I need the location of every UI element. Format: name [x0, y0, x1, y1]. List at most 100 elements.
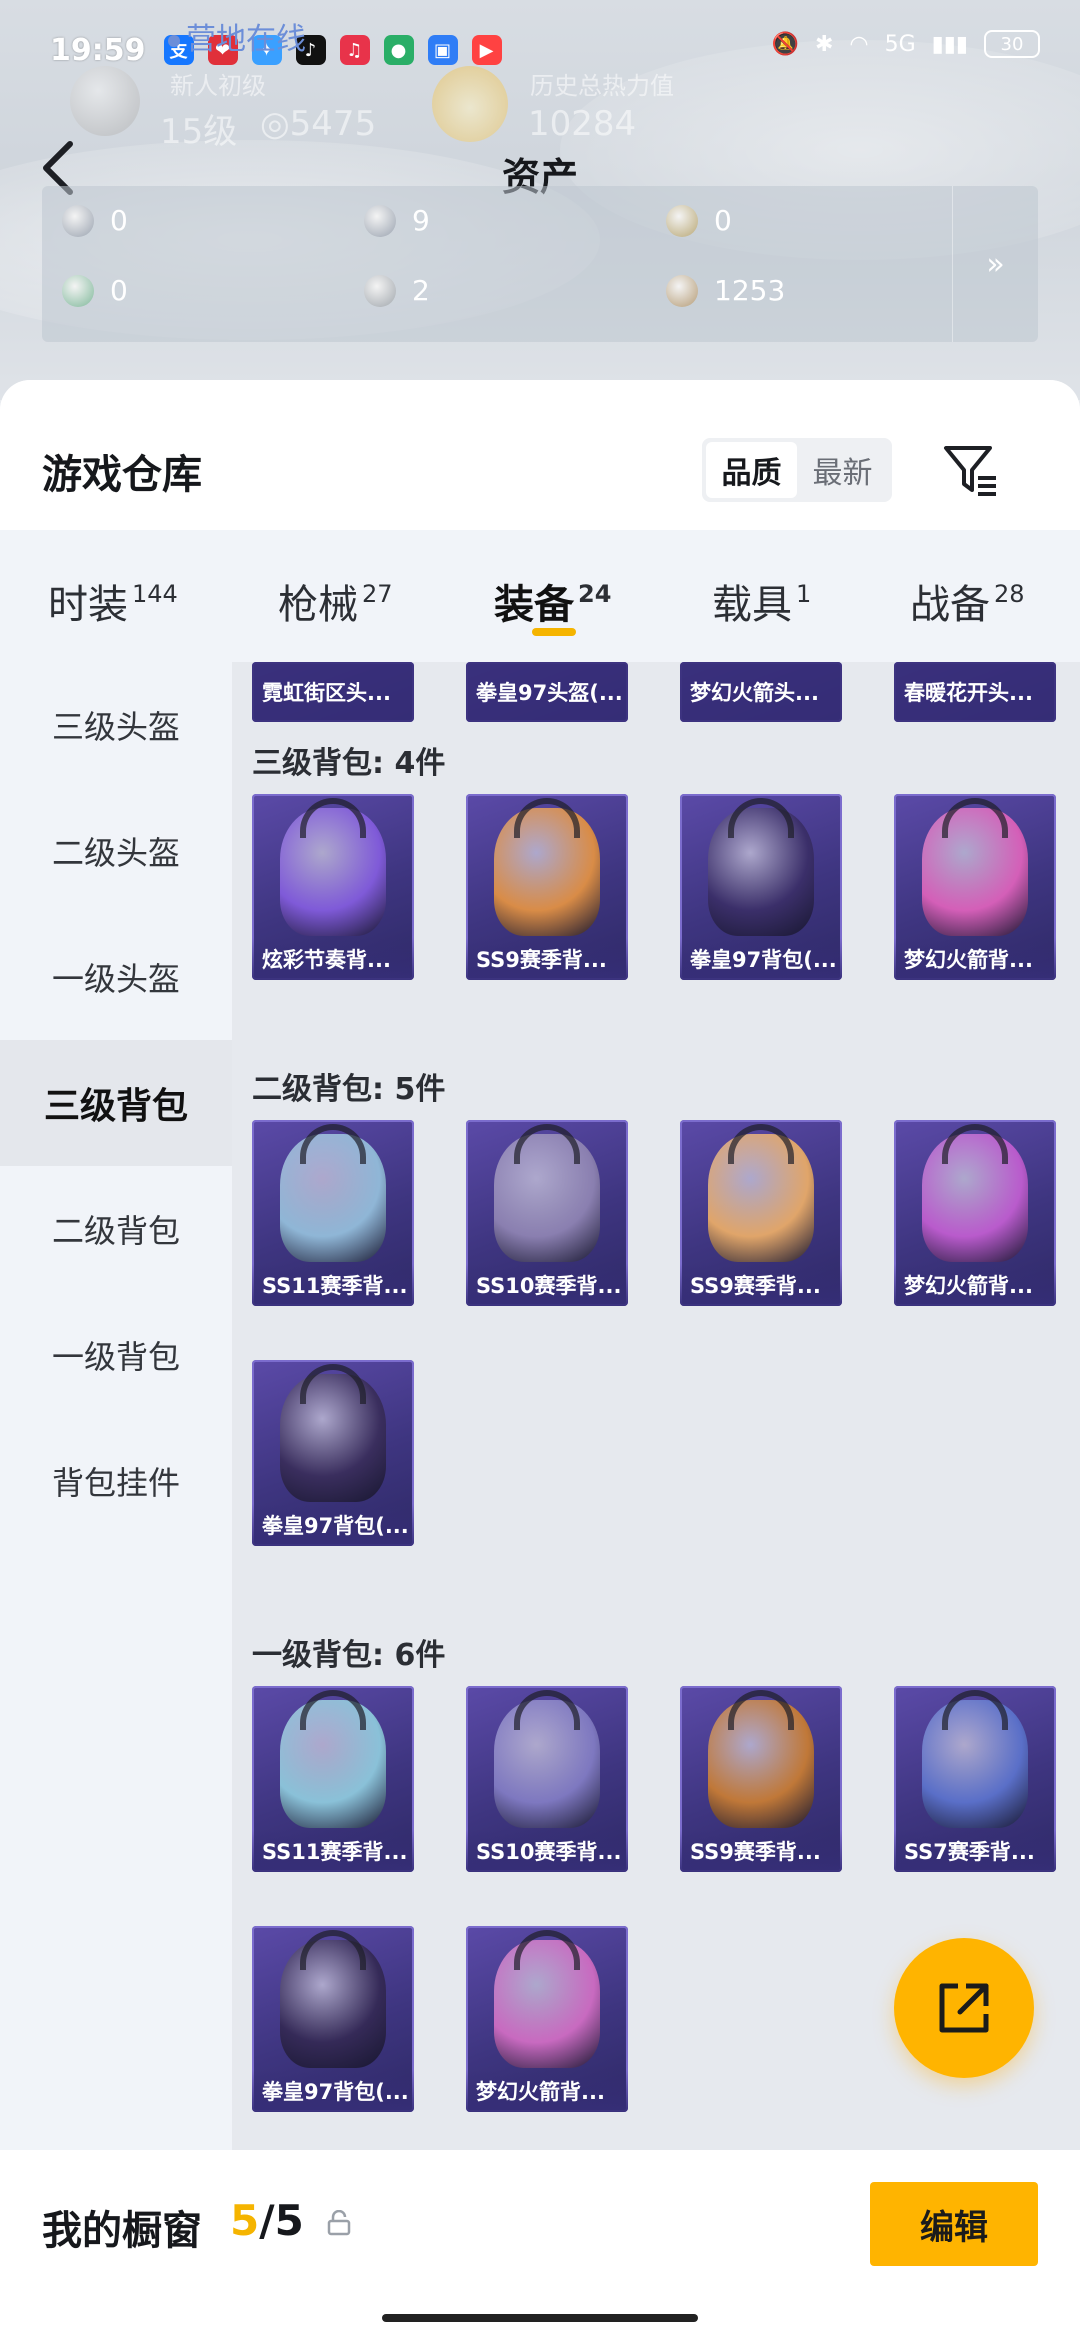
item-card[interactable]: 拳皇97背包(...: [252, 1360, 414, 1546]
lock-icon: [327, 2210, 351, 2236]
side-menu-item[interactable]: 三级背包: [0, 1040, 232, 1166]
item-card[interactable]: SS9赛季背...: [680, 1120, 842, 1306]
tab-count: 24: [578, 580, 612, 608]
item-label: SS9赛季背...: [466, 938, 628, 980]
music-icon: ♫: [339, 35, 370, 65]
wechat-icon: ●: [383, 35, 414, 65]
asset-item[interactable]: 0: [666, 204, 732, 237]
status-bar: 19:59 支 ❤ ✦ ♪ ♫ ● ▣ ▶ 营地在线 🔕 ✱ ◠ 5G ▮▮▮ 30: [0, 20, 1080, 80]
side-menu-item[interactable]: 二级头盔: [0, 788, 232, 914]
item-label: SS10赛季背...: [466, 1264, 628, 1306]
bluetooth-icon: ✱: [814, 31, 834, 57]
item-card[interactable]: SS9赛季背...: [680, 1686, 842, 1872]
status-right: 🔕 ✱ ◠ 5G ▮▮▮ 30: [772, 30, 1040, 58]
showcase-total: 5: [274, 2196, 304, 2245]
item-card[interactable]: SS11赛季背...: [252, 1686, 414, 1872]
item-card[interactable]: SS9赛季背...: [466, 794, 628, 980]
item-card[interactable]: 炫彩节奏背...: [252, 794, 414, 980]
item-card[interactable]: 春暖花开头...: [894, 662, 1056, 722]
item-label: 拳皇97背包(...: [680, 938, 842, 980]
asset-item[interactable]: 9: [364, 204, 430, 237]
assets-more-button[interactable]: »: [952, 186, 1038, 342]
asset-item[interactable]: 0: [62, 274, 128, 307]
tab-vehicles[interactable]: 载具 1: [712, 572, 811, 630]
section-title: 二级背包: 5件: [252, 1072, 446, 1107]
item-label: 拳皇97头盔(...: [466, 662, 628, 722]
item-card[interactable]: 梦幻火箭背...: [466, 1926, 628, 2112]
item-card[interactable]: 梦幻火箭背...: [894, 794, 1056, 980]
section-title: 一级背包: 6件: [252, 1638, 446, 1673]
item-label: 炫彩节奏背...: [252, 938, 414, 980]
asset-item[interactable]: 2: [364, 274, 430, 307]
backpack-strap: [514, 798, 580, 838]
item-label: 霓虹街区头...: [252, 662, 414, 722]
item-card[interactable]: 拳皇97头盔(...: [466, 662, 628, 722]
item-card[interactable]: SS10赛季背...: [466, 1686, 628, 1872]
backpack-strap: [942, 798, 1008, 838]
online-status-label: 营地在线: [186, 22, 306, 57]
share-out-icon: [939, 1983, 989, 2033]
tab-equipment[interactable]: 装备 24: [494, 572, 611, 630]
item-label: 梦幻火箭背...: [466, 2070, 628, 2112]
heat-value: 10284: [528, 104, 637, 144]
tab-fashion[interactable]: 时装 144: [48, 572, 178, 630]
video-icon: ▶: [471, 35, 502, 65]
sort-latest-button[interactable]: 最新: [797, 442, 888, 498]
backpack-strap: [300, 1124, 366, 1164]
wifi-icon: ◠: [849, 31, 869, 57]
asset-value: 0: [714, 204, 732, 237]
side-menu-item[interactable]: 三级头盔: [0, 662, 232, 788]
section-title: 三级背包: 4件: [252, 746, 446, 781]
item-card[interactable]: 梦幻火箭背...: [894, 1120, 1056, 1306]
item-card[interactable]: 拳皇97背包(...: [252, 1926, 414, 2112]
item-card[interactable]: SS11赛季背...: [252, 1120, 414, 1306]
tab-label: 枪械: [278, 582, 358, 628]
item-card[interactable]: SS7赛季背...: [894, 1686, 1056, 1872]
items-grid: 霓虹街区头... 拳皇97头盔(... 梦幻火箭头... 春暖花开头... 三级背包: …: [232, 662, 1080, 2162]
item-label: SS7赛季背...: [894, 1830, 1056, 1872]
side-category-menu: 三级头盔 二级头盔 一级头盔 三级背包 二级背包 一级背包 背包挂件: [0, 662, 232, 2162]
bronze-coin-icon: [666, 274, 698, 307]
backpack-strap: [300, 798, 366, 838]
backpack-strap: [942, 1690, 1008, 1730]
edit-button[interactable]: 编辑: [870, 2182, 1038, 2266]
tab-label: 载具: [712, 582, 792, 628]
warehouse-header: 游戏仓库 品质 最新: [0, 380, 1080, 530]
app-bag-icon: ▣: [427, 35, 458, 65]
silver-coin-icon: [364, 204, 396, 237]
online-status: 营地在线: [168, 14, 306, 58]
item-card[interactable]: 拳皇97背包(...: [680, 794, 842, 980]
asset-item[interactable]: 0: [62, 204, 128, 237]
side-menu-item[interactable]: 二级背包: [0, 1166, 232, 1292]
sort-quality-button[interactable]: 品质: [706, 442, 797, 498]
side-menu-item[interactable]: 一级头盔: [0, 914, 232, 1040]
gray-coin-icon: [364, 274, 396, 307]
signal-icon: ▮▮▮: [931, 31, 968, 57]
item-label: 拳皇97背包(...: [252, 2070, 414, 2112]
backpack-strap: [514, 1690, 580, 1730]
assets-panel[interactable]: 0 9 0 0 2 1253 »: [42, 186, 1038, 342]
filter-button[interactable]: [940, 440, 1000, 500]
item-card[interactable]: 霓虹街区头...: [252, 662, 414, 722]
side-menu-item[interactable]: 一级背包: [0, 1292, 232, 1418]
coins-number: 5475: [289, 104, 377, 144]
warehouse-title: 游戏仓库: [42, 452, 202, 498]
coins-value: ◎5475: [260, 104, 377, 144]
status-time: 19:59: [50, 32, 146, 68]
item-card[interactable]: 梦幻火箭头...: [680, 662, 842, 722]
showcase-title: 我的橱窗: [42, 2208, 202, 2254]
showcase-separator: /: [259, 2196, 275, 2245]
side-menu-item[interactable]: 背包挂件: [0, 1418, 232, 1544]
backpack-strap: [942, 1124, 1008, 1164]
network-type: 5G: [884, 31, 916, 57]
share-button[interactable]: [894, 1938, 1034, 2078]
tab-label: 战备: [910, 582, 990, 628]
home-indicator[interactable]: [382, 2314, 698, 2322]
tab-count: 27: [362, 580, 393, 608]
tab-guns[interactable]: 枪械 27: [278, 572, 393, 630]
item-card[interactable]: SS10赛季背...: [466, 1120, 628, 1306]
asset-item[interactable]: 1253: [666, 274, 785, 307]
item-label: 拳皇97背包(...: [252, 1504, 414, 1546]
tab-supplies[interactable]: 战备 28: [910, 572, 1025, 630]
item-label: SS11赛季背...: [252, 1264, 414, 1306]
